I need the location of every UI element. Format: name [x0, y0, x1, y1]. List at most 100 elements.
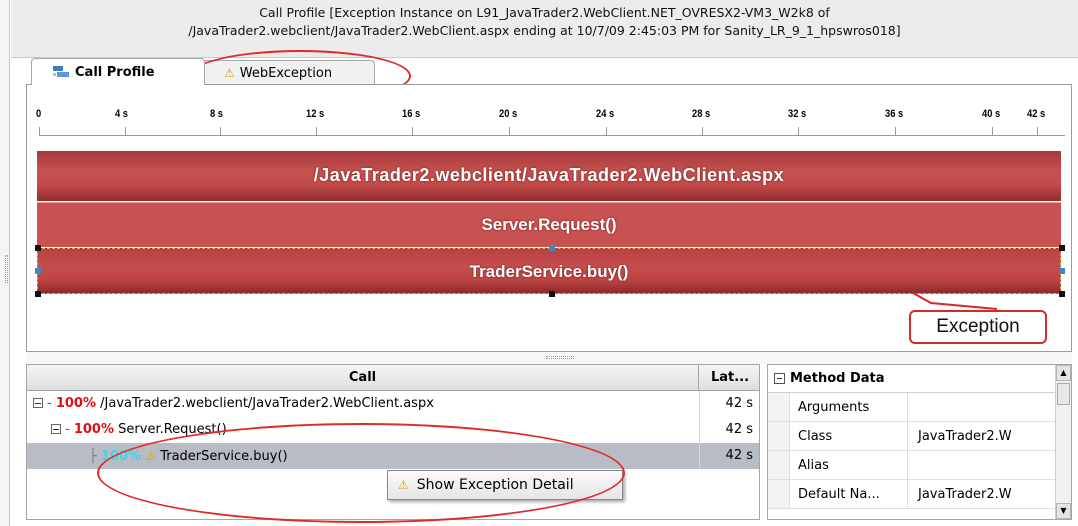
method-data-header[interactable]: Method Data: [768, 365, 1071, 393]
call-name: TraderService.buy(): [160, 449, 288, 464]
resize-handle[interactable]: [549, 291, 555, 297]
dock-grip[interactable]: [5, 255, 8, 283]
warning-icon: ⚠: [145, 449, 157, 463]
tree-connector: ├: [89, 449, 97, 464]
tab-label: WebException: [239, 65, 333, 81]
ruler-tick: [1037, 127, 1038, 136]
resize-handle[interactable]: [35, 268, 41, 274]
property-row[interactable]: Arguments: [768, 393, 1071, 422]
ruler-tick-label: 42 s: [1027, 108, 1046, 120]
table-header: Call Lat...: [27, 365, 759, 391]
ruler-tick: [125, 127, 126, 136]
scroll-up-icon[interactable]: ▲: [1056, 365, 1071, 381]
tab-label: Call Profile: [75, 64, 155, 80]
property-value: JavaTrader2.W: [918, 487, 1012, 502]
latency-value: 42 s: [699, 443, 759, 469]
tab-webexception[interactable]: ⚠ WebException: [195, 60, 375, 85]
vertical-scrollbar[interactable]: ▲ ▼: [1055, 365, 1071, 519]
property-row[interactable]: Default Na... JavaTrader2.W: [768, 480, 1071, 509]
ruler-tick: [220, 127, 221, 136]
ruler-tick-label: 28 s: [692, 108, 711, 120]
method-data-panel: Method Data Arguments Class JavaTrader2.…: [767, 364, 1072, 520]
row-gutter: [768, 393, 790, 421]
percent-value: 100%: [55, 396, 97, 411]
panel-splitter[interactable]: [26, 352, 1072, 364]
ruler-tick-label: 8 s: [210, 108, 224, 120]
warning-icon: ⚠: [224, 65, 235, 80]
ruler-tick: [509, 127, 510, 136]
call-name: /JavaTrader2.webclient/JavaTrader2.WebCl…: [100, 396, 434, 411]
call-profile-view: Call Profile [Exception Instance on L91_…: [11, 0, 1078, 526]
splitter-grip[interactable]: [546, 356, 574, 359]
resize-handle[interactable]: [1059, 268, 1065, 274]
property-value: [908, 393, 1050, 421]
table-row[interactable]: - 100% Server.Request() 42 s: [27, 417, 759, 443]
timeline-bar-page[interactable]: /JavaTrader2.webclient/JavaTrader2.WebCl…: [37, 151, 1061, 201]
ruler-tick: [316, 127, 317, 136]
call-profile-icon: [53, 66, 69, 77]
resize-handle[interactable]: [35, 291, 41, 297]
latency-value: 42 s: [699, 391, 759, 417]
property-row[interactable]: Alias: [768, 451, 1071, 480]
show-exception-detail-menu-item[interactable]: ⚠ Show Exception Detail: [387, 470, 623, 500]
ruler-tick-label: 24 s: [596, 108, 615, 120]
row-gutter: [768, 451, 790, 479]
row-gutter: [768, 422, 790, 450]
property-name: Class: [790, 422, 908, 450]
ruler-tick-label: 36 s: [885, 108, 904, 120]
resize-handle[interactable]: [549, 245, 555, 251]
scroll-thumb[interactable]: [1057, 383, 1070, 405]
ruler-tick-label: 0: [36, 108, 42, 120]
timeline-bar-server-request[interactable]: Server.Request(): [37, 202, 1061, 247]
title-line-1: Call Profile [Exception Instance on L91_…: [259, 5, 830, 20]
ruler-tick: [702, 127, 703, 136]
page-title: Call Profile [Exception Instance on L91_…: [11, 0, 1078, 58]
property-row[interactable]: Class JavaTrader2.W: [768, 422, 1071, 451]
column-header-call[interactable]: Call: [27, 365, 699, 391]
call-name: Server.Request(): [118, 422, 227, 437]
property-name: Arguments: [790, 393, 908, 421]
ruler-tick: [798, 127, 799, 136]
table-row[interactable]: ├ 100% ⚠ TraderService.buy() 42 s: [27, 443, 759, 469]
tree-node: ├ 100% ⚠ TraderService.buy(): [89, 443, 288, 470]
collapse-icon[interactable]: [774, 373, 785, 384]
time-ruler: 0 4 s 8 s 12 s 16 s 20 s 24 s 28 s 32 s 36 s 40 s 4…: [27, 85, 1073, 147]
collapse-toggle-icon[interactable]: [33, 398, 43, 408]
tab-strip: ⚠ WebException Call Profile: [11, 58, 1078, 85]
percent-value: 100%: [73, 422, 115, 437]
property-value: [908, 451, 1050, 479]
menu-item-label: Show Exception Detail: [416, 477, 574, 493]
property-value: JavaTrader2.W: [918, 429, 1012, 444]
ruler-axis: [39, 135, 1065, 136]
tree-node: - 100% /JavaTrader2.webclient/JavaTrader…: [33, 391, 434, 417]
ruler-tick-label: 32 s: [788, 108, 807, 120]
ruler-tick: [895, 127, 896, 136]
latency-value: 42 s: [699, 417, 759, 443]
ruler-tick: [39, 127, 40, 136]
ruler-tick-label: 12 s: [306, 108, 325, 120]
property-name: Default Na...: [790, 480, 908, 508]
ruler-tick-label: 16 s: [402, 108, 421, 120]
left-dock-bar[interactable]: [0, 0, 10, 526]
resize-handle[interactable]: [1059, 245, 1065, 251]
scroll-down-icon[interactable]: ▼: [1056, 503, 1071, 519]
resize-handle[interactable]: [1059, 291, 1065, 297]
collapse-toggle-icon[interactable]: [51, 424, 61, 434]
ruler-tick: [412, 127, 413, 136]
ruler-tick-label: 20 s: [499, 108, 518, 120]
exception-callout: Exception: [909, 310, 1047, 344]
table-row[interactable]: - 100% /JavaTrader2.webclient/JavaTrader…: [27, 391, 759, 417]
ruler-tick-label: 40 s: [982, 108, 1001, 120]
ruler-tick: [992, 127, 993, 136]
resize-handle[interactable]: [35, 245, 41, 251]
row-gutter: [768, 480, 790, 508]
column-header-latency[interactable]: Lat...: [699, 365, 761, 391]
title-line-2: /JavaTrader2.webclient/JavaTrader2.WebCl…: [188, 23, 901, 38]
app-window: Call Profile [Exception Instance on L91_…: [0, 0, 1078, 526]
ruler-tick: [606, 127, 607, 136]
tree-node: - 100% Server.Request(): [51, 417, 227, 443]
property-name: Alias: [790, 451, 908, 479]
tab-call-profile[interactable]: Call Profile: [31, 58, 205, 85]
warning-icon: ⚠: [398, 478, 409, 492]
percent-value: 100%: [100, 449, 142, 464]
